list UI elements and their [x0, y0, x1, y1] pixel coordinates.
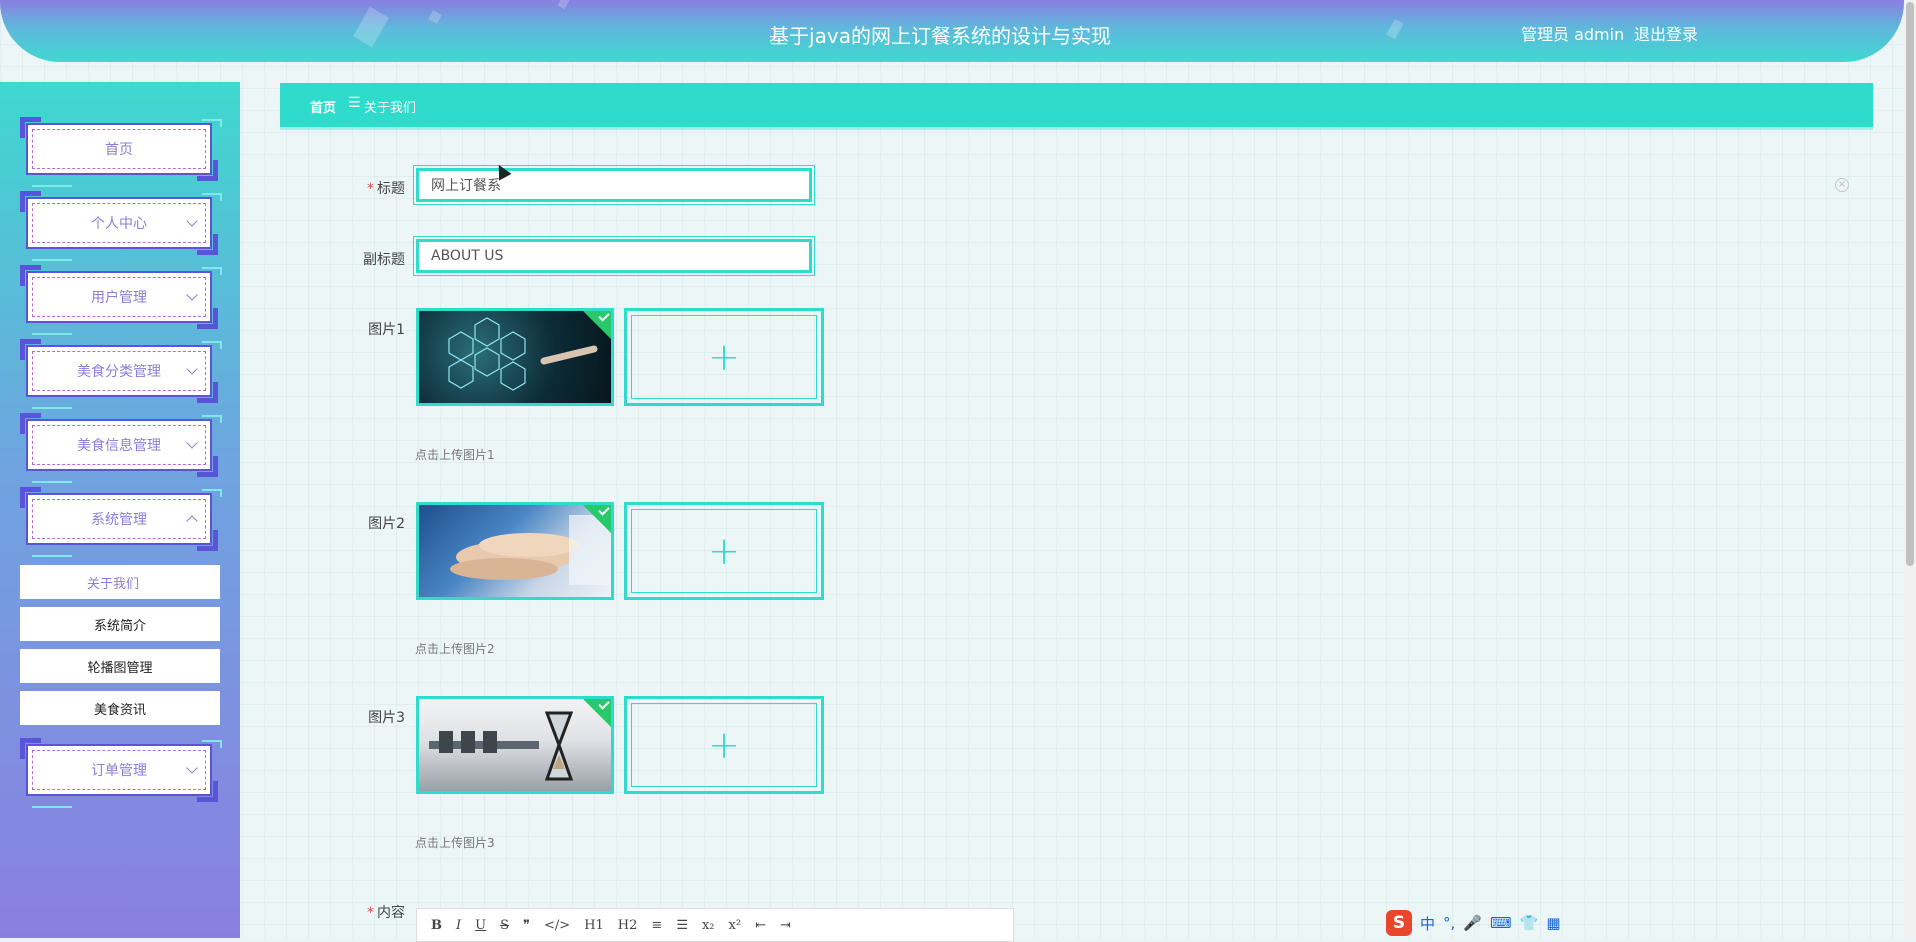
- editor-toolbar: B I U S ❞ </> H1 H2 ≡ ☰ x₂ x² ⇤ ⇥: [416, 908, 1014, 942]
- indent-button[interactable]: ⇥: [780, 918, 791, 933]
- subtitle-input[interactable]: [419, 242, 809, 270]
- image1-tip: 点击上传图片1: [415, 448, 495, 462]
- subtitle-field[interactable]: [413, 236, 815, 276]
- sidebar-item-food-info[interactable]: 美食信息管理: [20, 413, 222, 483]
- ime-language-icon[interactable]: 中: [1420, 913, 1435, 934]
- submenu-system-intro[interactable]: 系统简介: [20, 607, 220, 641]
- code-button[interactable]: </>: [544, 918, 570, 933]
- sidebar-item-label: 订单管理: [32, 750, 206, 790]
- selected-check-icon: [583, 311, 611, 339]
- image2-thumbnail[interactable]: [416, 502, 614, 600]
- header-decoration: [557, 0, 571, 10]
- page-background: [0, 0, 1916, 938]
- plus-icon: +: [708, 335, 740, 379]
- sidebar-item-user-management[interactable]: 用户管理: [20, 265, 222, 335]
- breadcrumb-home[interactable]: 首页: [310, 97, 336, 116]
- breadcrumb-current: 关于我们: [364, 101, 417, 116]
- sidebar-item-label: 美食信息管理: [32, 425, 206, 465]
- content-label: * 内容: [367, 905, 405, 921]
- subscript-button[interactable]: x₂: [702, 918, 715, 933]
- sidebar-item-food-category[interactable]: 美食分类管理: [20, 339, 222, 409]
- selected-check-icon: [583, 505, 611, 533]
- breadcrumb-separator-icon: ☰: [348, 95, 361, 111]
- plus-icon: +: [708, 529, 740, 573]
- skin-icon[interactable]: 👕: [1520, 914, 1539, 932]
- italic-button[interactable]: I: [456, 918, 461, 933]
- bullet-list-button[interactable]: ☰: [676, 918, 688, 933]
- sidebar-item-label: 用户管理: [32, 277, 206, 317]
- image1-label: 图片1: [368, 322, 405, 338]
- title-label: * 标题: [367, 181, 405, 197]
- clear-icon[interactable]: ×: [1835, 178, 1849, 192]
- image2-label: 图片2: [368, 516, 405, 532]
- microphone-icon[interactable]: 🎤: [1463, 914, 1482, 932]
- image3-tip: 点击上传图片3: [415, 836, 495, 850]
- image3-upload-button[interactable]: +: [624, 696, 824, 794]
- ordered-list-button[interactable]: ≡: [651, 918, 662, 933]
- sidebar-item-personal-center[interactable]: 个人中心: [20, 191, 222, 261]
- sidebar-item-label: 个人中心: [32, 203, 206, 243]
- image2-tip: 点击上传图片2: [415, 642, 495, 656]
- image3-thumbnail[interactable]: [416, 696, 614, 794]
- current-user: 管理员 admin: [1521, 25, 1625, 44]
- scrollbar-thumb[interactable]: [1906, 2, 1914, 566]
- breadcrumb: 首页 ☰ 关于我们: [280, 83, 1873, 127]
- title-field[interactable]: [413, 165, 815, 205]
- sidebar-item-label: 首页: [32, 129, 206, 169]
- sidebar-item-label: 系统管理: [32, 499, 206, 539]
- top-header: 基于java的网上订餐系统的设计与实现 管理员 admin 退出登录: [0, 0, 1904, 62]
- apps-grid-icon[interactable]: ▦: [1546, 914, 1560, 932]
- underline-button[interactable]: U: [475, 918, 486, 933]
- h2-button[interactable]: H2: [618, 918, 638, 933]
- ime-toolbar: S 中 °, 🎤 ⌨ 👕 ▦: [1386, 908, 1562, 938]
- submenu-food-news[interactable]: 美食资讯: [20, 691, 220, 725]
- plus-icon: +: [708, 723, 740, 767]
- submenu-about-us[interactable]: 关于我们: [20, 565, 220, 599]
- keyboard-icon[interactable]: ⌨: [1490, 914, 1512, 932]
- logout-link[interactable]: 退出登录: [1634, 21, 1698, 45]
- sogou-logo-icon[interactable]: S: [1386, 910, 1412, 936]
- outdent-button[interactable]: ⇤: [755, 918, 766, 933]
- title-input[interactable]: [419, 171, 809, 199]
- image1-thumbnail[interactable]: [416, 308, 614, 406]
- sidebar-item-orders[interactable]: 订单管理: [20, 738, 222, 808]
- bold-button[interactable]: B: [431, 918, 442, 933]
- sidebar-item-system[interactable]: 系统管理: [20, 487, 222, 557]
- ime-punctuation-icon[interactable]: °,: [1443, 914, 1455, 932]
- sidebar: 首页 个人中心 用户管理 美食分类管理 美食信息管理 系统管理 关于我们 系统简…: [0, 82, 240, 938]
- sidebar-item-home[interactable]: 首页: [20, 117, 222, 187]
- submenu-carousel[interactable]: 轮播图管理: [20, 649, 220, 683]
- page-scrollbar[interactable]: [1904, 0, 1916, 938]
- selected-check-icon: [583, 699, 611, 727]
- image3-label: 图片3: [368, 710, 405, 726]
- strike-button[interactable]: S: [500, 918, 509, 933]
- subtitle-label: 副标题: [363, 252, 405, 268]
- quote-button[interactable]: ❞: [523, 918, 530, 933]
- h1-button[interactable]: H1: [584, 918, 604, 933]
- image2-upload-button[interactable]: +: [624, 502, 824, 600]
- superscript-button[interactable]: x²: [729, 918, 742, 933]
- image1-upload-button[interactable]: +: [624, 308, 824, 406]
- sidebar-item-label: 美食分类管理: [32, 351, 206, 391]
